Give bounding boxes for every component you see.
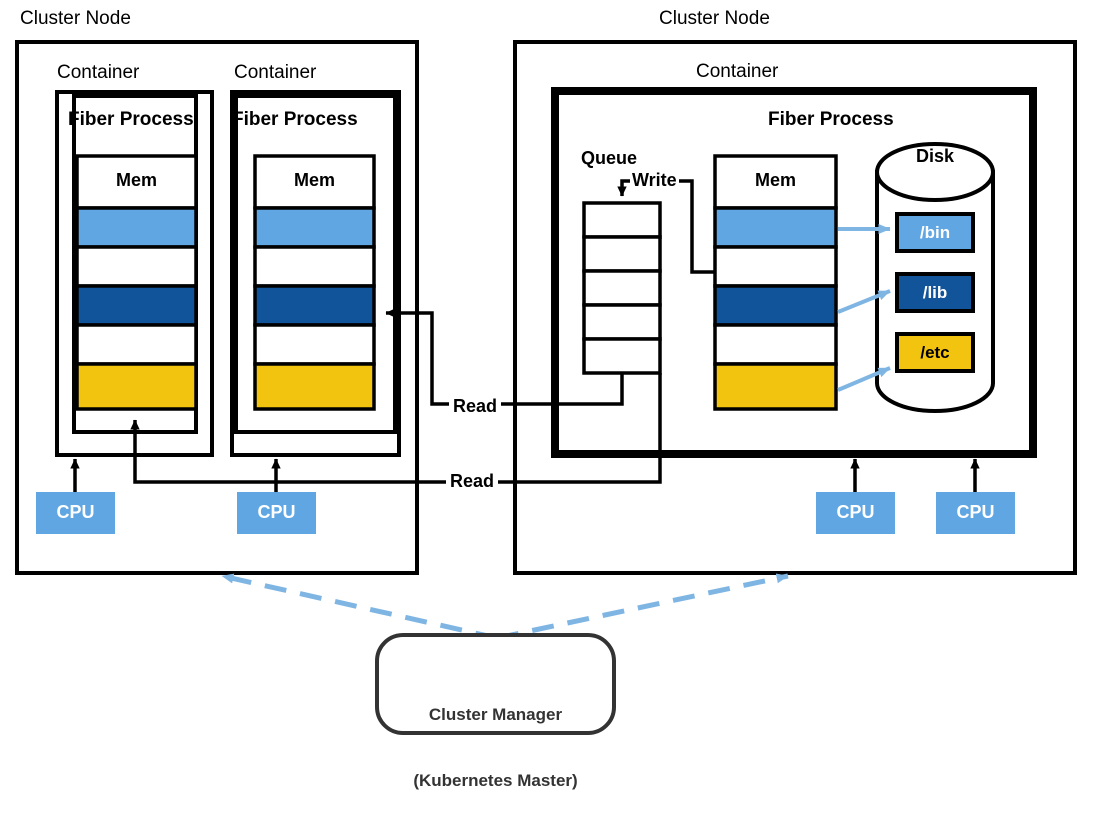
cpu-label-4: CPU (956, 502, 995, 522)
mem-row-yellow (253, 362, 376, 411)
queue-stack (582, 201, 662, 375)
mem-row-white-2 (253, 323, 376, 366)
container-label-2: Container (234, 62, 317, 83)
disk-partition-label-etc: /etc (920, 343, 950, 362)
mem-row-white-2 (713, 323, 838, 366)
mem-row-light-blue (253, 206, 376, 249)
mem-label-3: Mem (754, 170, 796, 190)
mem-label-1: Mem (115, 170, 157, 190)
diagram-canvas: Cluster Node Cluster Node Container Cont… (0, 0, 1097, 790)
cluster-node-label-left: Cluster Node (20, 8, 131, 29)
mem-row-light-blue (75, 206, 198, 249)
disk-label: Disk (915, 146, 955, 166)
mem-stack-2 (253, 154, 376, 411)
read-label-upper: Read (449, 396, 502, 417)
mem-row-dark-blue (75, 284, 198, 327)
cluster-node-label-right: Cluster Node (659, 8, 770, 29)
fiber-process-label-1: Fiber Process (68, 109, 194, 130)
mem-row-dark-blue (713, 284, 838, 327)
disk-partition-label-lib: /lib (922, 283, 948, 302)
container-label-3: Container (696, 61, 779, 82)
cluster-manager-line-2: (Kubernetes Master) (413, 771, 578, 790)
manager-link-left (221, 573, 498, 641)
queue-label: Queue (581, 148, 638, 168)
cluster-manager-line-1: Cluster Manager (428, 705, 563, 724)
mem-row-white-2 (75, 323, 198, 366)
cluster-manager-label: Cluster Manager (Kubernetes Master) (377, 660, 614, 836)
mem-row-white (75, 245, 198, 288)
mem-row-white (713, 245, 838, 288)
disk-partition-label-bin: /bin (919, 223, 951, 242)
mem-row-light-blue (713, 206, 838, 249)
mem-label-2: Mem (293, 170, 335, 190)
cpu-label-2: CPU (257, 502, 296, 522)
write-label: Write (630, 170, 679, 191)
mem-row-white (253, 245, 376, 288)
mem-row-yellow (75, 362, 198, 411)
cpu-label-3: CPU (836, 502, 875, 522)
cpu-label-1: CPU (56, 502, 95, 522)
fiber-process-label-3: Fiber Process (768, 109, 894, 130)
mem-row-yellow (713, 362, 838, 411)
mem-stack-1 (75, 154, 198, 411)
mem-row-dark-blue (253, 284, 376, 327)
fiber-process-label-2: Fiber Process (232, 109, 358, 130)
container-label-1: Container (57, 62, 140, 83)
read-label-lower: Read (446, 471, 499, 492)
manager-link-right (496, 573, 789, 641)
mem-stack-3 (713, 154, 838, 411)
